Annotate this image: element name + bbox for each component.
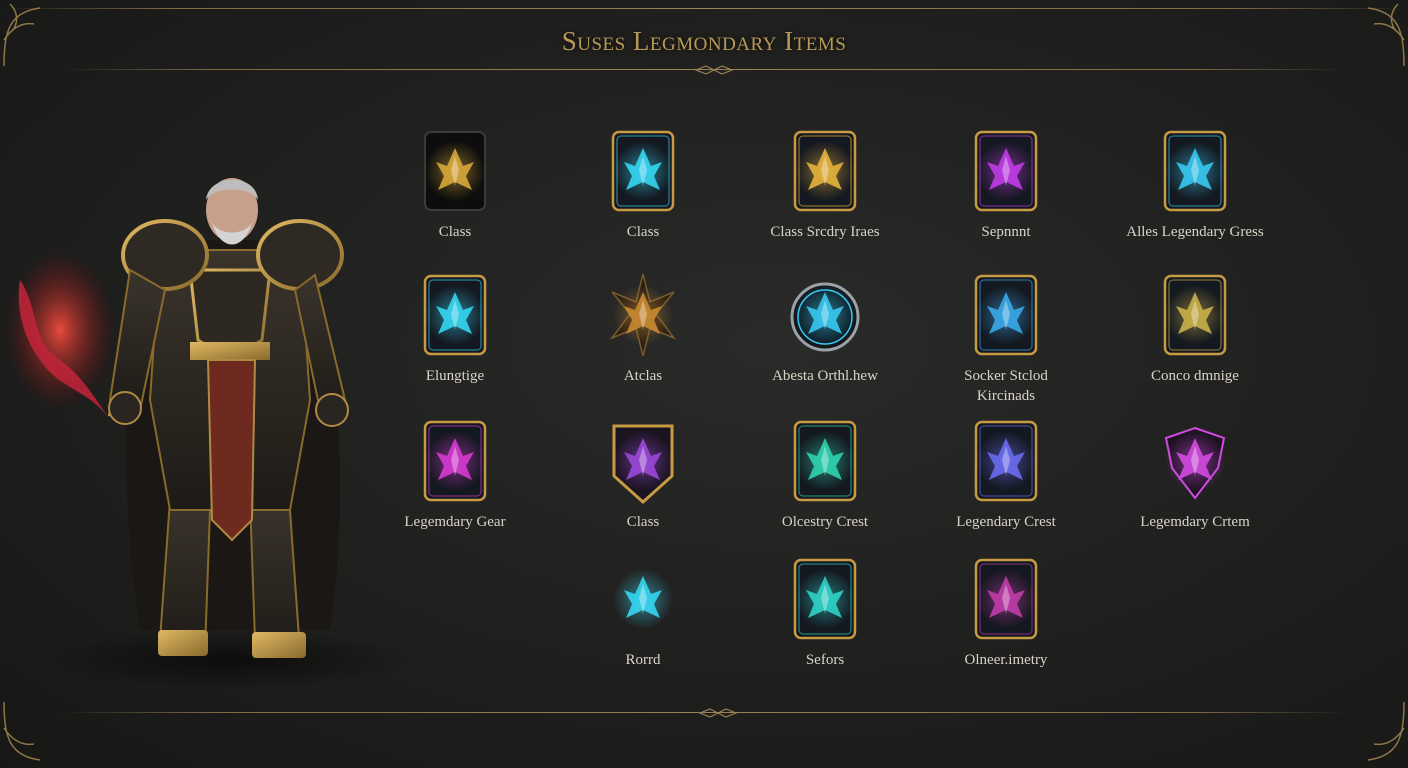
magenta-demon-icon[interactable] bbox=[1162, 418, 1228, 504]
legendary-item-slot[interactable]: Olcestry Crest bbox=[735, 418, 915, 532]
corner-ornament-icon bbox=[0, 698, 70, 768]
legendary-item-slot[interactable]: Class bbox=[365, 128, 545, 242]
legendary-item-slot[interactable]: Sefors bbox=[735, 556, 915, 670]
legendary-item-slot[interactable]: Socker Stclod Kircinads bbox=[916, 272, 1096, 406]
legendary-item-slot[interactable]: Elungtige bbox=[365, 272, 545, 386]
item-label: Class bbox=[626, 514, 660, 530]
legendary-item-slot[interactable]: Legendary Crest bbox=[916, 418, 1096, 532]
legendary-item-slot[interactable]: Abesta Orthl.hew bbox=[735, 272, 915, 386]
purple-skull-shield-icon[interactable] bbox=[610, 418, 676, 505]
cyan-swirl-shield-icon[interactable] bbox=[790, 272, 860, 358]
legendary-item-slot[interactable]: Class bbox=[553, 128, 733, 242]
cyan-crystal-icon[interactable] bbox=[422, 272, 488, 358]
item-label: Elungtige bbox=[425, 368, 485, 384]
magenta-serpent-icon[interactable] bbox=[973, 556, 1039, 642]
item-label: Class Srcdry Iraes bbox=[770, 224, 880, 240]
blue-spiked-crest-icon[interactable] bbox=[973, 418, 1039, 504]
legendary-item-slot[interactable]: Class Srcdry Iraes bbox=[735, 128, 915, 242]
gold-gauntlet-icon[interactable] bbox=[422, 128, 488, 214]
legendary-items-screen: Suses Legmondary Items Class Class Class… bbox=[0, 0, 1408, 768]
item-label: Rorrd bbox=[625, 652, 661, 668]
cyan-dragon-icon[interactable] bbox=[973, 272, 1039, 358]
item-label: Legemdary Gear bbox=[404, 514, 506, 530]
gold-demon-mask-icon[interactable] bbox=[792, 128, 858, 214]
gold-helm-icon[interactable] bbox=[1162, 272, 1228, 358]
legendary-item-slot[interactable]: Conco dmnige bbox=[1105, 272, 1285, 386]
item-label: Atclas bbox=[623, 368, 663, 384]
item-label: Sefors bbox=[805, 652, 845, 668]
item-label: Class bbox=[438, 224, 472, 240]
item-label: Class bbox=[626, 224, 660, 240]
top-border bbox=[0, 8, 1408, 9]
page-title: Suses Legmondary Items bbox=[561, 26, 847, 56]
item-label: Abesta Orthl.hew bbox=[772, 368, 878, 384]
item-label: Olneer.imetry bbox=[964, 652, 1048, 668]
legendary-item-slot[interactable]: Olneer.imetry bbox=[916, 556, 1096, 670]
legendary-item-slot[interactable]: Alles Legendary Gress bbox=[1105, 128, 1285, 242]
cyan-blade-icon[interactable] bbox=[610, 128, 676, 214]
teal-hood-icon[interactable] bbox=[792, 556, 858, 642]
corner-ornament-icon bbox=[1338, 698, 1408, 768]
item-label: Olcestry Crest bbox=[781, 514, 869, 530]
magenta-star-icon[interactable] bbox=[422, 418, 488, 504]
item-label: Legemdary Crtem bbox=[1140, 514, 1250, 530]
item-label: Socker Stclod Kircinads bbox=[964, 368, 1048, 404]
item-label: Legendary Crest bbox=[956, 514, 1056, 530]
item-label: Conco dmnige bbox=[1151, 368, 1239, 384]
legendary-item-slot[interactable]: Rorrd bbox=[553, 556, 733, 670]
legendary-item-slot[interactable]: Sepnnnt bbox=[916, 128, 1096, 242]
purple-claw-icon[interactable] bbox=[973, 128, 1039, 214]
item-label: Alles Legendary Gress bbox=[1126, 224, 1264, 240]
legendary-item-slot[interactable]: Class bbox=[553, 418, 733, 532]
legendary-item-slot[interactable]: Atclas bbox=[553, 272, 733, 386]
item-label: Sepnnnt bbox=[981, 224, 1031, 240]
bottom-ornament-icon bbox=[698, 708, 738, 718]
title-ornament-icon bbox=[694, 65, 734, 75]
teal-mask-icon[interactable] bbox=[792, 418, 858, 504]
legendary-item-slot[interactable]: Legemdary Gear bbox=[365, 418, 545, 532]
cyan-star-icon[interactable] bbox=[610, 556, 676, 642]
cyan-spirit-icon[interactable] bbox=[1162, 128, 1228, 214]
gold-spikes-icon[interactable] bbox=[609, 272, 677, 358]
legendary-item-slot[interactable]: Legemdary Crtem bbox=[1105, 418, 1285, 532]
